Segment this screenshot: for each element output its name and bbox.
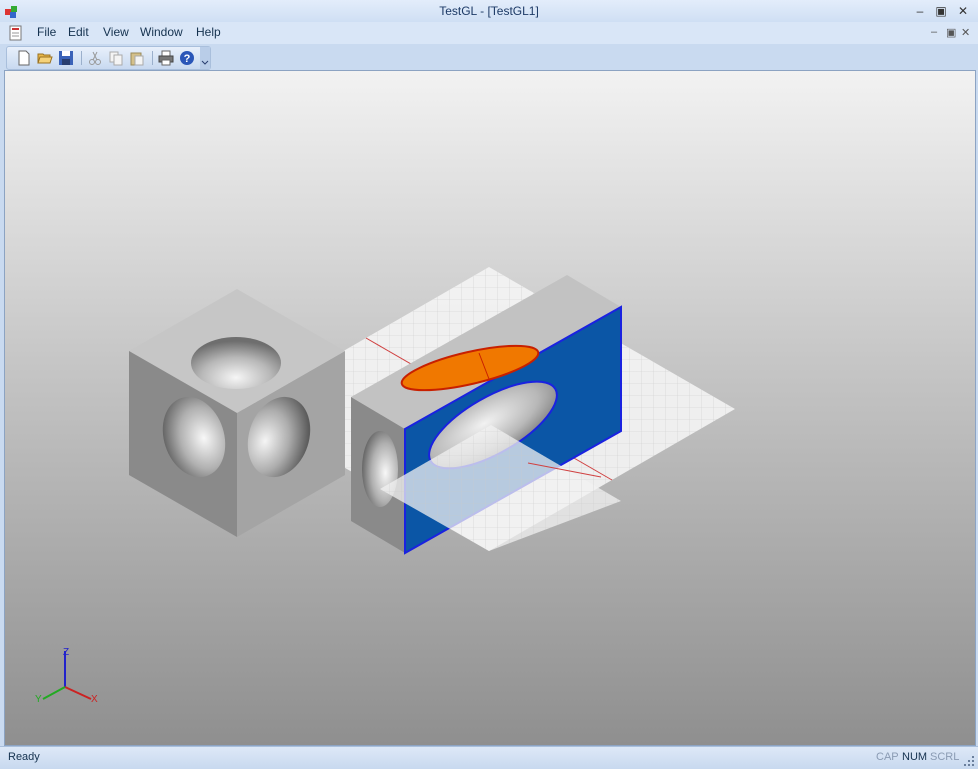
mdi-restore-button[interactable]: ▣ [946, 26, 956, 39]
svg-text:?: ? [184, 53, 191, 65]
x-axis-line [64, 686, 92, 700]
status-bar: Ready CAP NUM SCRL [0, 746, 978, 769]
toolbar-separator [152, 51, 153, 65]
new-icon[interactable] [16, 50, 32, 66]
num-lock-indicator: NUM [902, 751, 928, 763]
menu-file[interactable]: File [37, 25, 56, 39]
toolbar-separator [81, 51, 82, 65]
open-icon[interactable] [37, 50, 53, 66]
axis-triad: Z X Y [35, 647, 98, 705]
cube-top-cavity [191, 337, 281, 389]
minimize-button[interactable]: – [910, 2, 930, 20]
standard-toolbar: ? [6, 46, 211, 70]
chevron-down-icon [201, 60, 209, 65]
resize-grip-icon[interactable] [963, 755, 975, 767]
caps-lock-indicator: CAP [876, 751, 899, 763]
menu-bar: File Edit View Window Help – ▣ ✕ [0, 22, 978, 44]
window-title: TestGL - [TestGL1] [439, 4, 539, 18]
paste-icon[interactable] [129, 50, 145, 66]
copy-icon[interactable] [108, 50, 124, 66]
maximize-button[interactable]: ▣ [931, 2, 951, 20]
x-axis-label: X [91, 694, 98, 705]
document-icon[interactable] [8, 25, 24, 41]
scroll-lock-indicator: SCRL [930, 751, 960, 763]
z-axis-label: Z [63, 647, 69, 658]
print-icon[interactable] [158, 50, 174, 66]
title-bar[interactable]: TestGL - [TestGL1] – ▣ ✕ [0, 0, 978, 22]
toolbar-options-button[interactable] [200, 47, 210, 69]
close-button[interactable]: ✕ [953, 2, 973, 20]
status-text: Ready [8, 751, 40, 763]
scene-canvas: Z X Y [35, 267, 735, 705]
cut-icon[interactable] [87, 50, 103, 66]
mdi-minimize-button[interactable]: – [931, 26, 937, 38]
menu-window[interactable]: Window [140, 25, 183, 39]
save-icon[interactable] [58, 50, 74, 66]
menu-edit[interactable]: Edit [68, 25, 89, 39]
menu-help[interactable]: Help [196, 25, 221, 39]
gl-viewport[interactable]: Z X Y [4, 70, 976, 746]
help-icon[interactable]: ? [179, 50, 195, 66]
mdi-close-button[interactable]: ✕ [961, 26, 970, 39]
y-axis-label: Y [35, 694, 42, 705]
menu-view[interactable]: View [103, 25, 129, 39]
y-axis-line [42, 686, 66, 700]
